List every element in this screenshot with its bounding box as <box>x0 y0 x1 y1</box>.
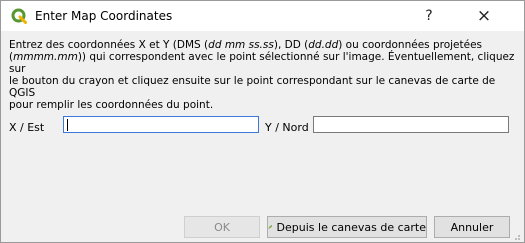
from-map-canvas-label: Depuis le canevas de carte <box>276 220 426 234</box>
x-east-input[interactable] <box>63 116 259 133</box>
y-north-input[interactable] <box>313 116 509 133</box>
qgis-icon <box>11 8 27 24</box>
x-east-label: X / Est <box>9 121 45 134</box>
dialog-title: Enter Map Coordinates <box>35 9 173 23</box>
help-button[interactable]: ? <box>406 1 452 31</box>
cancel-button[interactable]: Annuler <box>434 216 510 238</box>
instructions-text: Entrez des coordonnées X et Y (DMS (dd m… <box>9 39 515 111</box>
resize-grip-icon[interactable] <box>511 231 521 241</box>
enter-map-coordinates-dialog: Enter Map Coordinates ? × Entrez des coo… <box>0 0 525 243</box>
ok-button[interactable]: OK <box>184 216 260 238</box>
text-caret <box>67 119 68 131</box>
y-north-label: Y / Nord <box>265 121 309 134</box>
from-map-canvas-button[interactable]: Depuis le canevas de carte <box>267 216 427 238</box>
close-button[interactable]: × <box>461 1 507 31</box>
title-bar: Enter Map Coordinates ? × <box>1 1 524 31</box>
pencil-icon <box>268 225 273 229</box>
